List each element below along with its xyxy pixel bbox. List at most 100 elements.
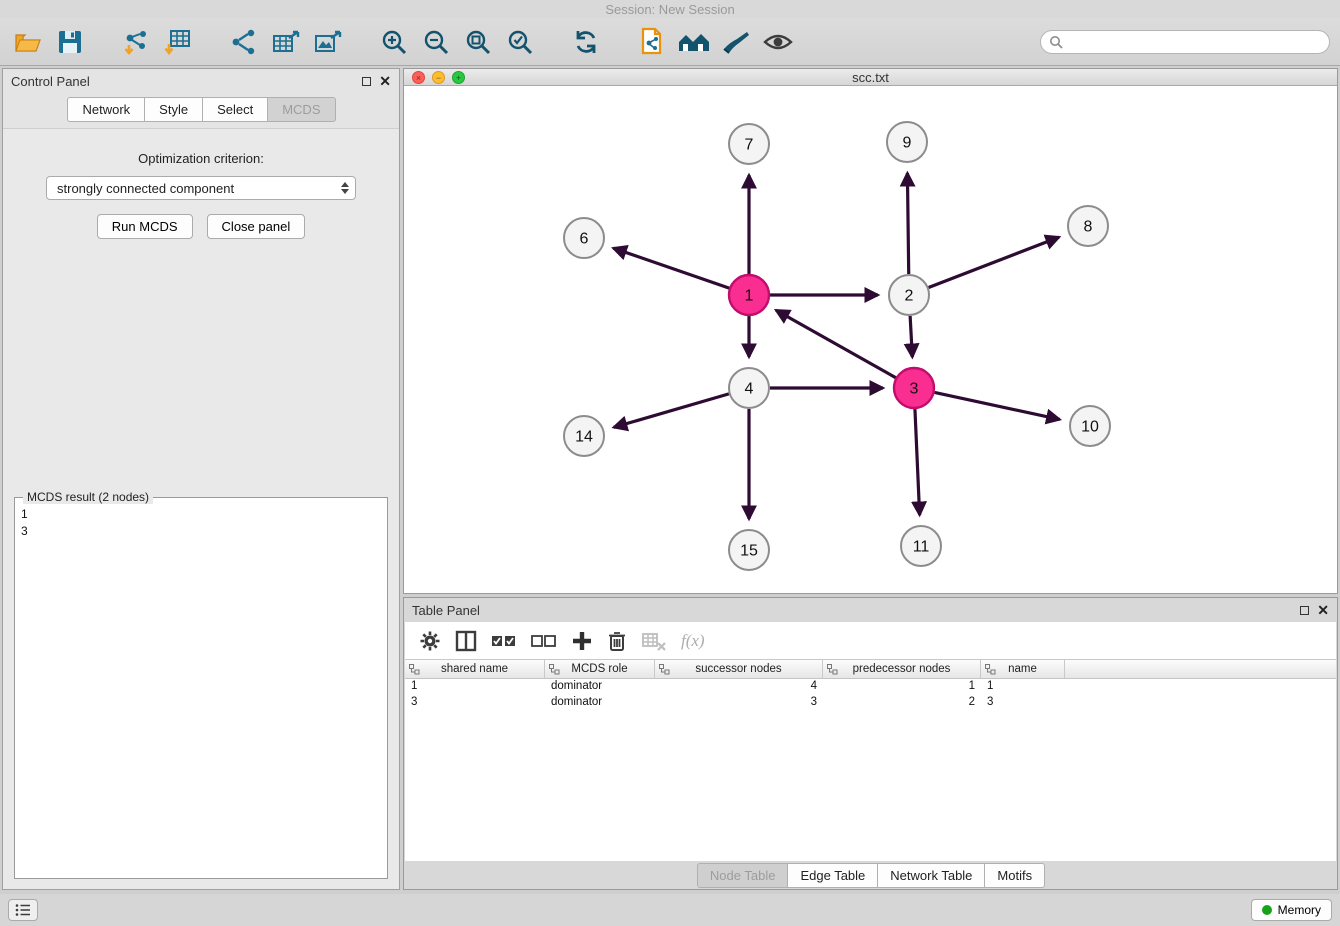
- graph-node-4[interactable]: 4: [729, 368, 769, 408]
- save-session-button[interactable]: [52, 25, 88, 59]
- home-button[interactable]: [676, 25, 712, 59]
- column-header-name[interactable]: name: [981, 660, 1065, 678]
- svg-text:9: 9: [903, 135, 912, 152]
- graph-node-8[interactable]: 8: [1068, 206, 1108, 246]
- mcds-result-line: 1: [21, 506, 381, 523]
- select-all-columns-button[interactable]: [491, 632, 517, 650]
- unselect-all-columns-button[interactable]: [531, 632, 557, 650]
- open-file-button[interactable]: [10, 25, 46, 59]
- maximize-icon[interactable]: [362, 77, 371, 86]
- close-icon[interactable]: ✕: [1317, 603, 1329, 617]
- close-icon[interactable]: ✕: [379, 74, 391, 88]
- column-type-icon: [409, 664, 420, 675]
- zoom-fit-button[interactable]: [460, 25, 496, 59]
- maximize-icon[interactable]: [1300, 606, 1309, 615]
- column-header-predecessor-nodes[interactable]: predecessor nodes: [823, 660, 981, 678]
- svg-text:6: 6: [580, 231, 589, 248]
- graph-node-6[interactable]: 6: [564, 218, 604, 258]
- graph-edge-3-11[interactable]: [915, 409, 920, 515]
- graph-edge-2-9[interactable]: [907, 173, 908, 274]
- refresh-group: [568, 25, 604, 59]
- graph-edge-3-10[interactable]: [935, 392, 1060, 419]
- tab-network-table[interactable]: Network Table: [877, 863, 985, 888]
- mcds-result-list[interactable]: 13: [15, 498, 387, 548]
- graph-node-11[interactable]: 11: [901, 526, 941, 566]
- columns-icon: [455, 630, 477, 652]
- table-header-row: shared name MCDS role successor nodesprede…: [405, 660, 1336, 679]
- tab-mcds[interactable]: MCDS: [267, 97, 335, 122]
- minimize-window-icon[interactable]: −: [432, 71, 445, 84]
- import-document-button[interactable]: [634, 25, 670, 59]
- run-mcds-button[interactable]: Run MCDS: [97, 214, 193, 239]
- column-header-successor-nodes[interactable]: successor nodes: [655, 660, 823, 678]
- column-header-label: MCDS role: [571, 663, 627, 675]
- network-window-titlebar: scc.txt × − +: [404, 69, 1337, 86]
- show-hide-button[interactable]: [760, 25, 796, 59]
- import-network-button[interactable]: [118, 25, 154, 59]
- show-column-panel-button[interactable]: [455, 630, 477, 652]
- new-network-button[interactable]: [226, 25, 262, 59]
- graph-edge-4-14[interactable]: [614, 394, 729, 427]
- tab-node-table[interactable]: Node Table: [697, 863, 789, 888]
- table-panel-tabs: Node TableEdge TableNetwork TableMotifs: [404, 861, 1337, 889]
- refresh-view-button[interactable]: [568, 25, 604, 59]
- table-row[interactable]: 3dominator323: [405, 695, 1336, 711]
- graph-node-7[interactable]: 7: [729, 124, 769, 164]
- tab-edge-table[interactable]: Edge Table: [787, 863, 878, 888]
- graph-edge-2-3[interactable]: [910, 316, 912, 357]
- table-toolbar: f(x): [405, 622, 1336, 660]
- graph-edge-2-8[interactable]: [929, 237, 1059, 287]
- zoom-window-icon[interactable]: +: [452, 71, 465, 84]
- table-cell: 3: [981, 695, 1065, 711]
- checked-boxes-icon: [491, 632, 517, 650]
- graph-node-1[interactable]: 1: [729, 275, 769, 315]
- graph-node-14[interactable]: 14: [564, 416, 604, 456]
- tab-motifs[interactable]: Motifs: [984, 863, 1045, 888]
- optimization-criterion-select[interactable]: strongly connected component: [46, 176, 356, 200]
- zoom-selected-button[interactable]: [502, 25, 538, 59]
- function-builder-button[interactable]: f(x): [681, 631, 705, 651]
- search-input[interactable]: [1068, 35, 1321, 49]
- svg-text:3: 3: [910, 381, 919, 398]
- zoom-out-button[interactable]: [418, 25, 454, 59]
- graph-node-2[interactable]: 2: [889, 275, 929, 315]
- list-icon: [15, 903, 31, 917]
- tab-network[interactable]: Network: [67, 97, 145, 122]
- apply-style-button[interactable]: [718, 25, 754, 59]
- table-cell: 1: [823, 679, 981, 695]
- graph-edge-1-6[interactable]: [613, 248, 729, 288]
- zoom-in-button[interactable]: [376, 25, 412, 59]
- column-header-shared-name[interactable]: shared name: [405, 660, 545, 678]
- memory-button[interactable]: Memory: [1251, 899, 1332, 921]
- close-window-icon[interactable]: ×: [412, 71, 425, 84]
- status-bar: Memory: [0, 894, 1340, 926]
- search-area: [1040, 30, 1330, 54]
- memory-status-icon: [1262, 905, 1272, 915]
- graph-node-10[interactable]: 10: [1070, 406, 1110, 446]
- zoom-fit-icon: [464, 28, 492, 56]
- network-canvas[interactable]: 7 9 6 8 1 2 4 3 14 10 15 11: [404, 86, 1337, 593]
- fx-label: f(x): [681, 631, 705, 651]
- table-row[interactable]: 1dominator411: [405, 679, 1336, 695]
- graph-node-9[interactable]: 9: [887, 122, 927, 162]
- traffic-lights: × − +: [412, 71, 465, 84]
- close-panel-button[interactable]: Close panel: [207, 214, 306, 239]
- application-window: Session: New Session: [0, 0, 1340, 926]
- export-table-button[interactable]: [268, 25, 304, 59]
- create-column-button[interactable]: [571, 630, 593, 652]
- tab-select[interactable]: Select: [202, 97, 268, 122]
- import-table-icon: [164, 28, 192, 56]
- graph-node-3[interactable]: 3: [894, 368, 934, 408]
- table-settings-button[interactable]: [419, 630, 441, 652]
- export-image-button[interactable]: [310, 25, 346, 59]
- tab-style[interactable]: Style: [144, 97, 203, 122]
- graph-node-15[interactable]: 15: [729, 530, 769, 570]
- unchecked-boxes-icon: [531, 632, 557, 650]
- delete-columns-button[interactable]: [607, 630, 627, 652]
- task-history-button[interactable]: [8, 899, 38, 921]
- graph-edge-3-1[interactable]: [776, 310, 896, 377]
- import-table-button[interactable]: [160, 25, 196, 59]
- delete-table-button[interactable]: [641, 631, 667, 651]
- column-header-mcds-role[interactable]: MCDS role: [545, 660, 655, 678]
- svg-text:8: 8: [1084, 219, 1093, 236]
